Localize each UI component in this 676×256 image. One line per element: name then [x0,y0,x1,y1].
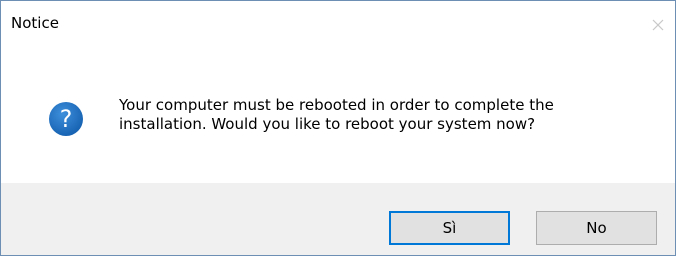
dialog-message: Your computer must be rebooted in order … [119,96,659,134]
question-icon: ? [48,101,84,137]
notice-dialog: Notice ? Your computer must be rebooted … [0,0,676,256]
no-button[interactable]: No [536,211,657,245]
button-bar: Sì No [1,183,675,255]
title-bar: Notice [1,1,675,39]
close-icon-glyph [652,19,664,31]
message-line-2: installation. Would you like to reboot y… [119,115,536,133]
svg-text:?: ? [60,105,73,133]
close-icon[interactable] [647,15,669,35]
dialog-title: Notice [11,14,59,32]
dialog-content: ? Your computer must be rebooted in orde… [1,39,675,183]
yes-button[interactable]: Sì [389,211,510,245]
message-line-1: Your computer must be rebooted in order … [119,96,554,114]
